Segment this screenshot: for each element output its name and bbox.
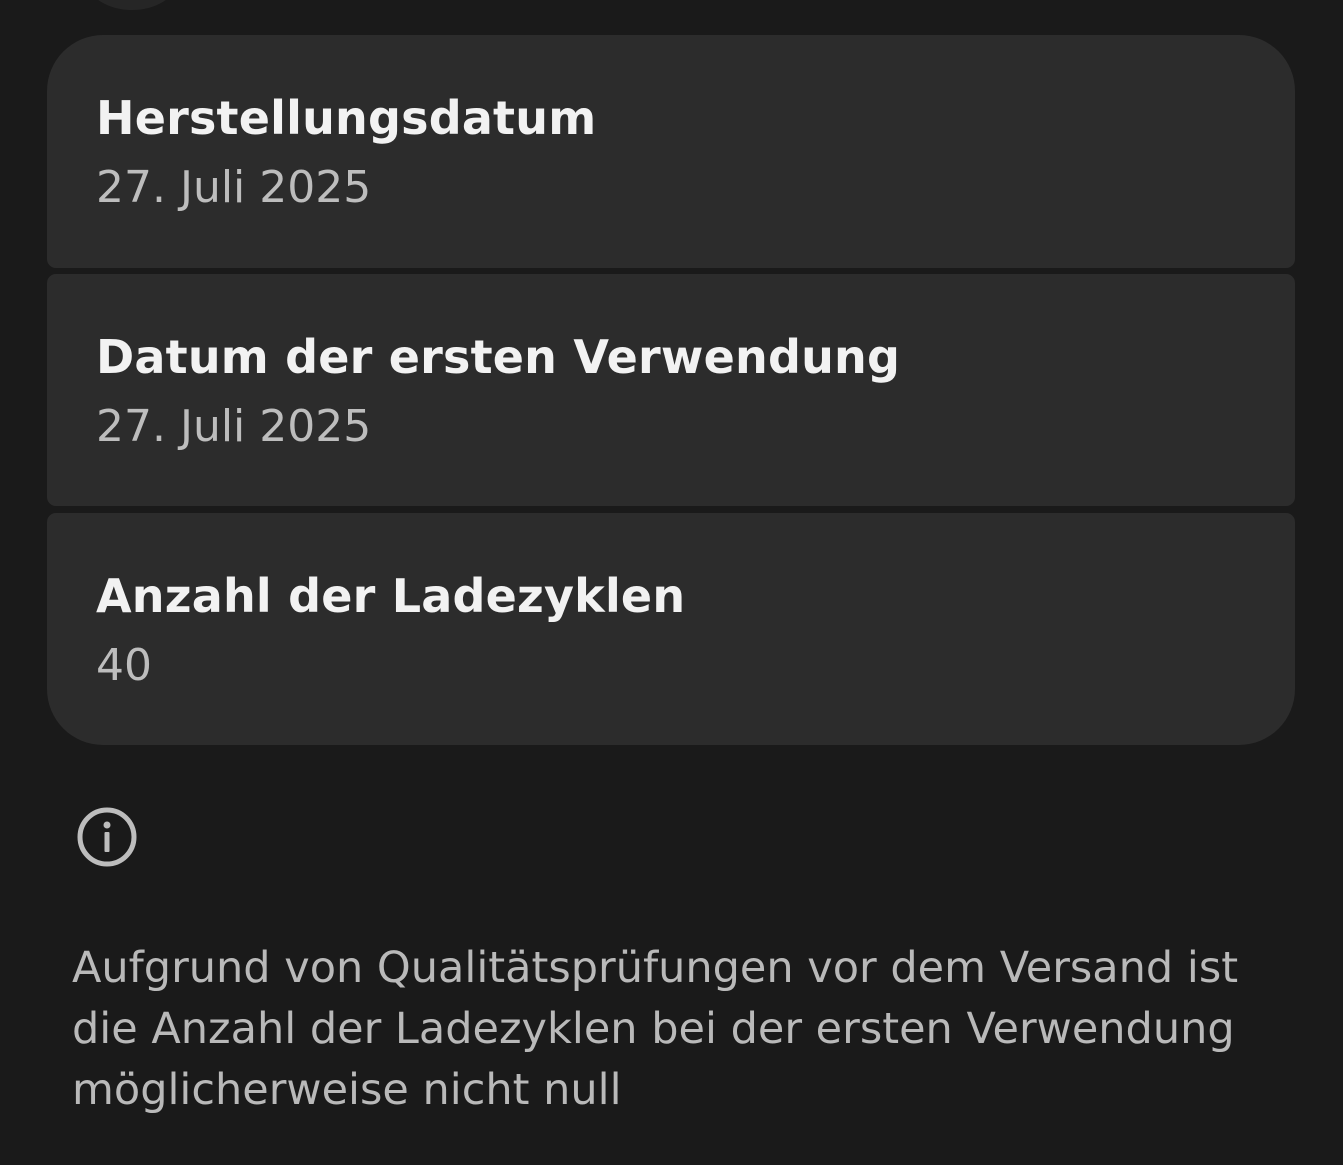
- manufacture-date-value: 27. Juli 2025: [96, 162, 372, 213]
- charge-cycles-card: Anzahl der Ladezyklen 40: [47, 513, 1295, 745]
- first-use-date-label: Datum der ersten Verwendung: [96, 330, 901, 384]
- first-use-date-value: 27. Juli 2025: [96, 401, 372, 452]
- charge-cycles-label: Anzahl der Ladezyklen: [96, 569, 686, 623]
- back-button[interactable]: [88, 0, 176, 10]
- first-use-date-card: Datum der ersten Verwendung 27. Juli 202…: [47, 274, 1295, 506]
- info-icon: [76, 806, 138, 868]
- charge-cycles-footnote: Aufgrund von Qualitätsprüfungen vor dem …: [72, 943, 1239, 1115]
- battery-info-screen: Herstellungsdatum 27. Juli 2025 Datum de…: [0, 0, 1343, 1165]
- manufacture-date-label: Herstellungsdatum: [96, 91, 597, 145]
- manufacture-date-card: Herstellungsdatum 27. Juli 2025: [47, 35, 1295, 268]
- charge-cycles-value: 40: [96, 640, 152, 691]
